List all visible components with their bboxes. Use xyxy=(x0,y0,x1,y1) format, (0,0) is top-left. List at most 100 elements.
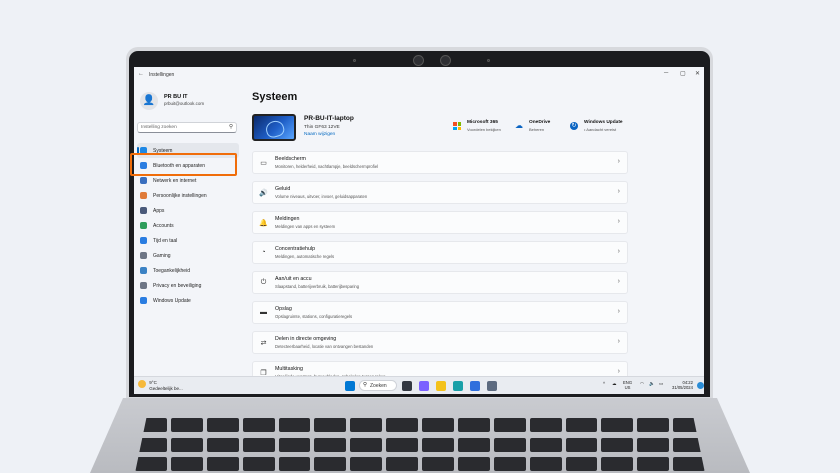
card-subtitle: Volume niveaus, uitvoer, invoer, geluids… xyxy=(275,194,368,199)
keyboard-key xyxy=(493,437,526,452)
rename-link[interactable]: Naam wijzigen xyxy=(304,132,335,137)
profile-name: PR BU IT xyxy=(164,94,188,100)
status-title: Microsoft 365 xyxy=(467,120,498,125)
card-subtitle: Detecteerbaarheid, locatie van ontvangen… xyxy=(275,344,374,349)
controller-icon xyxy=(140,252,147,259)
sidebar-item-gaming[interactable]: Gaming xyxy=(134,248,242,263)
settings-card-beeldscherm[interactable]: ▭ Beeldscherm Monitoren, helderheid, nacht… xyxy=(252,151,628,174)
sidebar-item-label: Gaming xyxy=(153,253,171,259)
taskbar: 9°C Gedeeltelijk be... ⚲ Zoeken ^ ☁ ENG U… xyxy=(134,376,704,394)
minimize-button[interactable]: ─ xyxy=(664,70,668,76)
settings-search-input[interactable]: Instelling zoeken ⚲ xyxy=(137,122,237,133)
battery-icon[interactable]: ▭ xyxy=(659,381,663,387)
weather-temp: 9°C xyxy=(149,380,157,385)
notification-icon[interactable] xyxy=(697,382,704,389)
language-indicator[interactable]: ENG US xyxy=(623,380,632,390)
card-title: Meldingen xyxy=(275,216,300,222)
keyboard-key xyxy=(314,457,347,472)
brush-icon xyxy=(140,192,147,199)
sidebar-item-label: Netwerk en internet xyxy=(153,178,197,184)
settings-card-delen-in-directe-omgeving[interactable]: ⇄ Delen in directe omgeving Detecteerbaarh… xyxy=(252,331,628,354)
keyboard-key xyxy=(350,457,383,472)
avatar[interactable]: 👤 xyxy=(140,92,158,110)
sidebar-item-label: Privacy en beveiliging xyxy=(153,283,202,289)
update-icon xyxy=(140,297,147,304)
card-subtitle: Slaapstand, batterijverbruik, batterijbe… xyxy=(275,284,360,289)
settings-card-geluid[interactable]: 🔊 Geluid Volume niveaus, uitvoer, invoer, … xyxy=(252,181,628,204)
settings-icon[interactable] xyxy=(487,381,497,391)
person-icon: 👤 xyxy=(142,95,156,106)
window-title: Instellingen xyxy=(149,72,175,78)
keyboard-key xyxy=(457,437,490,452)
search-icon: ⚲ xyxy=(363,382,368,388)
settings-card-aan-uit-en-accu[interactable]: ⏻ Aan/uit en accu Slaapstand, batterijverb… xyxy=(252,271,628,294)
cloud-tray-icon[interactable]: ☁ xyxy=(612,381,617,387)
close-button[interactable]: ✕ xyxy=(695,70,700,77)
keyboard-key xyxy=(493,457,526,472)
keyboard-key xyxy=(278,418,311,432)
chevron-right-icon: › xyxy=(617,368,620,375)
weather-widget[interactable]: 9°C Gedeeltelijk be... xyxy=(138,380,183,391)
keyboard-key xyxy=(350,437,383,452)
sidebar-item-persoonlijke-instellingen[interactable]: Persoonlijke instellingen xyxy=(134,188,242,203)
settings-card-meldingen[interactable]: 🔔 Meldingen Meldingen van apps en systeem › xyxy=(252,211,628,234)
volume-icon[interactable]: 🔈 xyxy=(649,381,655,387)
sidebar-item-toegankelijkheid[interactable]: Toegankelijkheid xyxy=(134,263,242,278)
chat-icon[interactable] xyxy=(419,381,429,391)
file-explorer-icon[interactable] xyxy=(436,381,446,391)
keyboard-key xyxy=(457,418,490,432)
sidebar-item-label: Accounts xyxy=(153,223,174,229)
status-onedrive[interactable]: OneDrive Beheren xyxy=(529,120,550,132)
keyboard-key xyxy=(457,457,490,472)
keyboard-key xyxy=(565,418,598,432)
card-subtitle: Monitoren, helderheid, nachtlampje, beel… xyxy=(275,164,379,169)
person-icon xyxy=(140,222,147,229)
storage-icon: ▬ xyxy=(260,309,267,316)
keyboard-key xyxy=(422,418,454,432)
card-title: Multitasking xyxy=(275,366,303,372)
wifi-icon[interactable]: ◠ xyxy=(640,381,644,387)
sidebar-item-label: Apps xyxy=(153,208,165,214)
card-title: Opslag xyxy=(275,306,292,312)
tray-overflow-chevron-icon[interactable]: ^ xyxy=(603,381,605,386)
card-title: Geluid xyxy=(275,186,291,192)
keyboard-key xyxy=(422,457,454,472)
windows-start-icon[interactable] xyxy=(345,381,355,391)
keyboard-key xyxy=(314,418,347,432)
clock[interactable]: 04:22 31/05/2024 xyxy=(672,380,693,390)
device-name: PR-BU-IT-laptop xyxy=(304,115,354,122)
keyboard-key xyxy=(135,457,167,472)
chevron-right-icon: › xyxy=(617,218,620,225)
task-view-icon[interactable] xyxy=(402,381,412,391)
taskbar-search[interactable]: ⚲ Zoeken xyxy=(359,380,397,391)
sidebar-item-windows-update[interactable]: Windows Update xyxy=(134,293,242,308)
back-arrow-icon[interactable]: ← xyxy=(138,71,144,77)
sidebar-item-accounts[interactable]: Accounts xyxy=(134,218,242,233)
sidebar-item-tijd-en-taal[interactable]: Tijd en taal xyxy=(134,233,242,248)
keyboard-key xyxy=(422,437,454,452)
store-icon[interactable] xyxy=(470,381,480,391)
speaker-icon: 🔊 xyxy=(259,190,268,197)
sidebar-item-apps[interactable]: Apps xyxy=(134,203,242,218)
keyboard-key xyxy=(601,457,634,472)
card-subtitle: Meldingen van apps en systeem xyxy=(275,224,336,229)
device-model: Thin GF63 12VE xyxy=(304,125,340,130)
keyboard-key xyxy=(386,437,418,452)
bell-icon: 🔔 xyxy=(259,220,268,227)
webcam-sensor xyxy=(440,55,451,66)
keyboard-key xyxy=(206,457,239,472)
keyboard-key xyxy=(529,437,562,452)
status-windows-update[interactable]: Windows Update • Aandacht vereist xyxy=(584,120,623,132)
microsoft-icon xyxy=(453,122,461,130)
settings-card-opslag[interactable]: ▬ Opslag Opslagruimte, stations, configura… xyxy=(252,301,628,324)
keyboard-key xyxy=(386,418,418,432)
status-microsoft365[interactable]: Microsoft 365 Voordelen bekijken xyxy=(467,120,501,132)
edge-icon[interactable] xyxy=(453,381,463,391)
chevron-right-icon: › xyxy=(617,158,620,165)
keyboard-key xyxy=(673,457,705,472)
globe-icon xyxy=(140,237,147,244)
keyboard-key xyxy=(170,457,203,472)
sidebar-item-privacy-en-beveiliging[interactable]: Privacy en beveiliging xyxy=(134,278,242,293)
maximize-button[interactable]: ▢ xyxy=(680,70,686,77)
settings-card-concentratiehulp[interactable]: ◔ Concentratiehulp Meldingen, automatische… xyxy=(252,241,628,264)
